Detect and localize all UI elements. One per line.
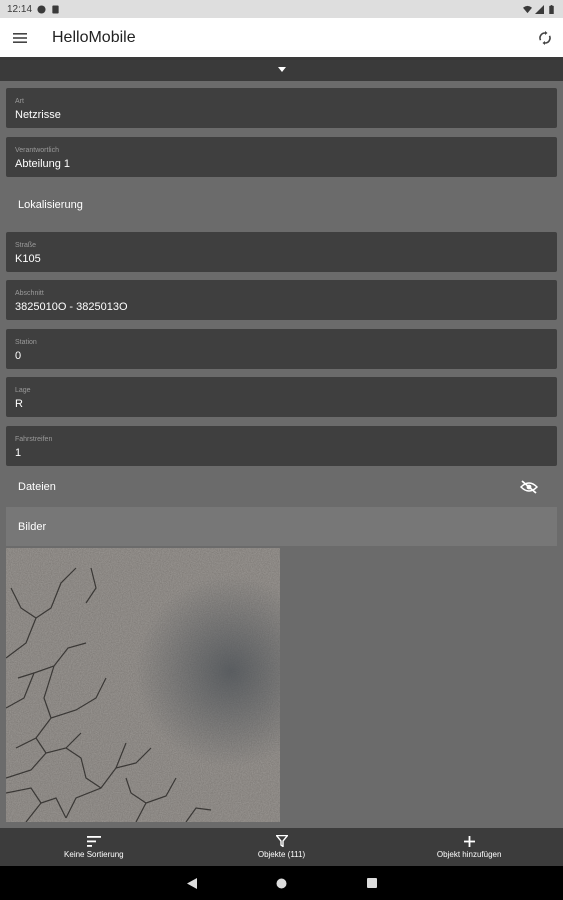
app-bar: HelloMobile (0, 18, 563, 57)
signal-icon (535, 4, 544, 14)
notification-icon (37, 4, 46, 14)
sort-icon (86, 835, 101, 847)
field-value: Netzrisse (15, 109, 61, 121)
field-label: Lage (15, 387, 31, 394)
field-label: Fahrstreifen (15, 436, 53, 443)
caret-down-icon (277, 66, 286, 72)
field-value: R (15, 398, 23, 410)
road-crack-photo[interactable] (6, 548, 280, 822)
home-icon (276, 878, 287, 888)
add-object-label: Objekt hinzufügen (436, 849, 502, 859)
visibility-off-icon (520, 480, 538, 494)
collapse-toggle[interactable] (0, 57, 563, 81)
recents-icon (366, 878, 377, 888)
objects-filter-button[interactable]: Objekte (111) (188, 828, 376, 866)
field-abschnitt[interactable]: Abschnitt 3825010O - 3825013O (6, 280, 557, 320)
status-bar: 12:14 (0, 0, 563, 18)
hamburger-icon (13, 32, 27, 43)
back-button[interactable] (147, 866, 237, 900)
road-photo-image (6, 548, 280, 822)
visibility-toggle-button[interactable] (519, 477, 539, 497)
sync-icon (539, 30, 551, 45)
objects-label: Objekte (111) (257, 850, 306, 859)
field-strasse[interactable]: Straße K105 (6, 232, 557, 272)
field-art[interactable]: Art Netzrisse (6, 88, 557, 128)
sync-button[interactable] (530, 23, 560, 53)
home-button[interactable] (237, 866, 327, 900)
images-section-header[interactable]: Bilder (6, 507, 557, 546)
section-localization: Lokalisierung (18, 199, 83, 211)
field-label: Straße (15, 242, 37, 249)
app-title: HelloMobile (52, 28, 136, 46)
add-object-button[interactable]: Objekt hinzufügen (375, 828, 563, 866)
images-section-label: Bilder (18, 520, 47, 533)
field-label: Station (15, 339, 37, 346)
field-verantwortlich[interactable]: Verantwortlich Abteilung 1 (6, 137, 557, 177)
field-lage[interactable]: Lage R (6, 377, 557, 417)
bottom-nav: Keine Sortierung Objekte (111) Objekt hi… (0, 828, 563, 866)
system-nav-bar (0, 866, 563, 900)
menu-button[interactable] (0, 18, 40, 57)
sort-button[interactable]: Keine Sortierung (0, 828, 188, 866)
battery-icon (549, 4, 554, 14)
back-icon (186, 877, 197, 889)
section-files: Dateien (18, 481, 56, 493)
sort-label: Keine Sortierung (64, 849, 124, 859)
field-station[interactable]: Station 0 (6, 329, 557, 369)
field-value: 0 (15, 350, 22, 362)
field-value: 1 (15, 447, 22, 459)
field-label: Art (15, 98, 24, 105)
field-fahrstreifen[interactable]: Fahrstreifen 1 (6, 426, 557, 466)
field-value: K105 (15, 253, 41, 265)
field-label: Verantwortlich (15, 147, 59, 154)
field-value: Abteilung 1 (15, 158, 71, 170)
field-value: 3825010O - 3825013O (15, 301, 128, 313)
filter-icon (275, 835, 288, 847)
sim-icon (52, 4, 59, 14)
status-time: 12:14 (7, 3, 33, 15)
plus-icon (463, 835, 475, 847)
wifi-icon (523, 5, 532, 13)
recents-button[interactable] (327, 866, 417, 900)
field-label: Abschnitt (15, 290, 44, 297)
